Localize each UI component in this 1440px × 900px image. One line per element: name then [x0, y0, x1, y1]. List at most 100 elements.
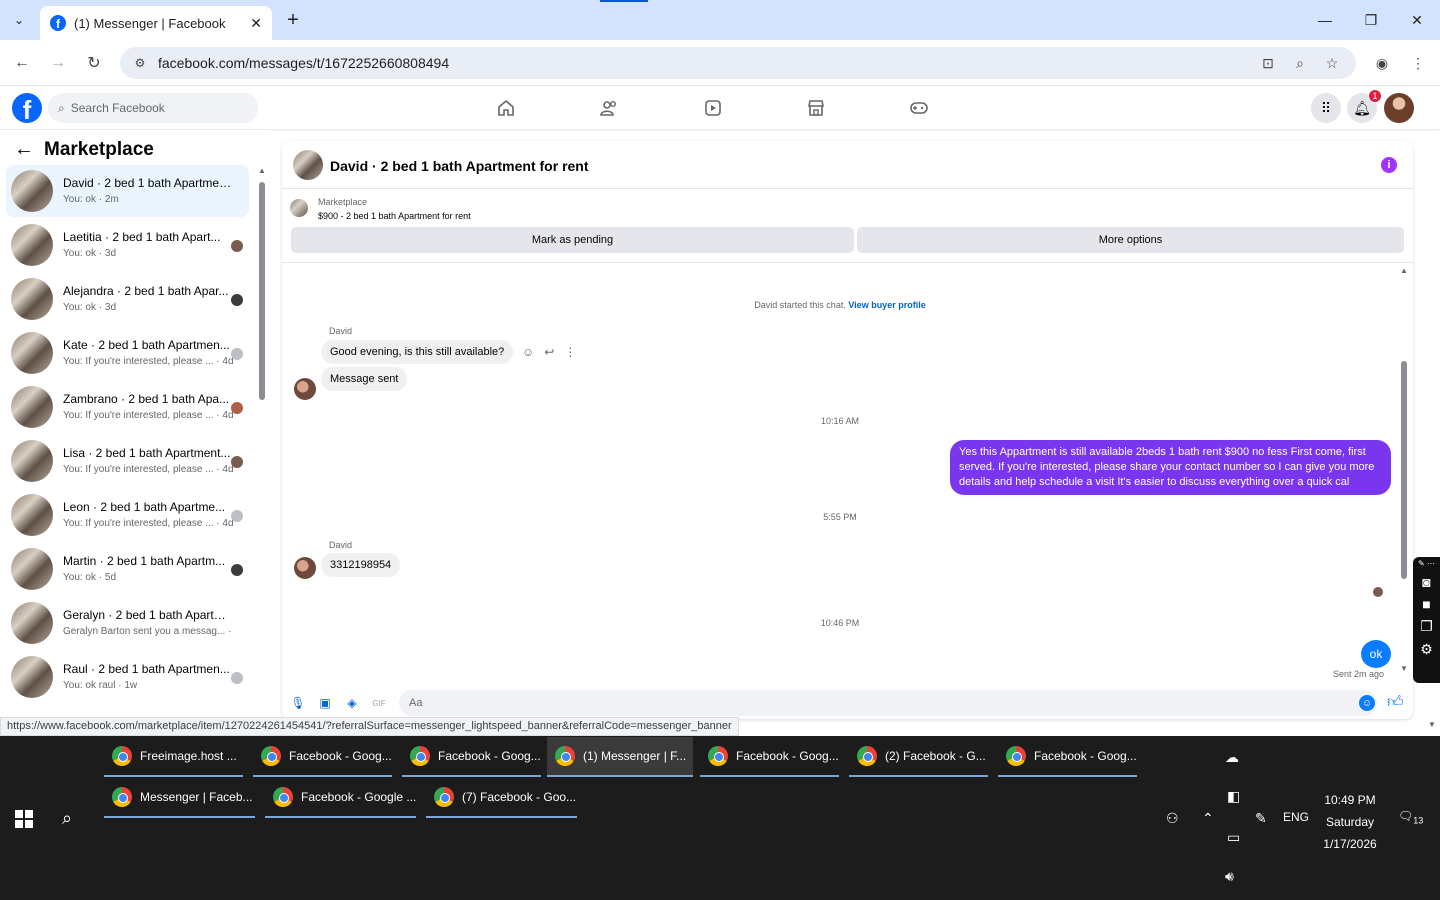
bookmark-star-icon[interactable]: ☆ — [1320, 51, 1344, 75]
chat-scroll-thumb[interactable] — [1401, 361, 1407, 579]
incoming-message[interactable]: Good evening, is this still available? — [321, 340, 514, 364]
pin-icon[interactable]: ✎ ⋯ — [1418, 559, 1435, 568]
forward-button[interactable]: → — [46, 51, 70, 75]
minimize-button[interactable]: — — [1311, 8, 1339, 32]
account-avatar[interactable] — [1384, 93, 1414, 123]
zoom-icon[interactable]: ⌕ — [1288, 51, 1312, 75]
react-emoji-icon[interactable]: ☺ — [522, 345, 534, 359]
reload-button[interactable]: ↻ — [82, 51, 106, 75]
profile-icon[interactable]: ◉ — [1370, 51, 1394, 75]
chat-title[interactable]: David · 2 bed 1 bath Apartment for rent — [330, 158, 589, 174]
incoming-message[interactable]: 3312198954 — [321, 553, 401, 577]
browser-tab-active[interactable]: f (1) Messenger | Facebook ✕ — [40, 6, 272, 40]
restore-button[interactable]: ❐ — [1357, 8, 1385, 32]
tab-close-icon[interactable]: ✕ — [250, 15, 262, 32]
microphone-icon[interactable]: 🎙︎ — [290, 695, 306, 711]
taskbar-window-item[interactable]: Facebook - Goog... — [700, 737, 839, 777]
facebook-logo-icon[interactable]: f — [12, 93, 42, 123]
sender-avatar[interactable] — [294, 557, 316, 579]
sticker-icon[interactable]: ◈ — [344, 695, 360, 711]
outgoing-message[interactable]: ok — [1361, 640, 1391, 668]
facebook-search-input[interactable]: ⌕ Search Facebook — [48, 93, 258, 123]
address-bar[interactable]: ⚙ facebook.com/messages/t/16722526608084… — [120, 47, 1356, 79]
window-icon[interactable]: ❐ — [1420, 618, 1433, 635]
taskbar-window-item[interactable]: (7) Facebook - Goo... — [426, 778, 577, 818]
chat-listing-avatar[interactable] — [293, 150, 323, 180]
video-icon[interactable] — [699, 95, 727, 121]
sidebar-scroll-thumb[interactable] — [259, 182, 265, 400]
browser-menu-icon[interactable]: ⋮ — [1406, 51, 1430, 75]
like-icon[interactable]: 👍︎ — [1387, 693, 1404, 712]
pen-icon[interactable]: ✎ — [1255, 810, 1267, 827]
reply-icon[interactable]: ↩ — [544, 345, 554, 359]
more-actions-icon[interactable]: ⋮ — [564, 345, 576, 359]
scroll-down-icon[interactable]: ▼ — [1400, 664, 1408, 673]
view-buyer-profile-link[interactable]: View buyer profile — [848, 300, 925, 310]
taskbar-window-item[interactable]: Facebook - Goog... — [402, 737, 541, 777]
menu-grid-icon[interactable]: ⠿ — [1311, 93, 1341, 123]
listing-thumbnail[interactable] — [290, 199, 308, 217]
conversation-item[interactable]: Laetitia · 2 bed 1 bath Apart... You: ok… — [6, 219, 249, 271]
conversation-item[interactable]: Leon · 2 bed 1 bath Apartme... You: If y… — [6, 489, 249, 541]
conversation-item[interactable]: Kate · 2 bed 1 bath Apartmen... You: If … — [6, 327, 249, 379]
close-window-button[interactable]: ✕ — [1403, 8, 1431, 32]
taskbar-window-item[interactable]: Facebook - Goog... — [253, 737, 392, 777]
taskbar-window-item[interactable]: Facebook - Goog... — [998, 737, 1137, 777]
camera-icon[interactable]: ◙ — [1422, 574, 1430, 590]
mark-as-pending-button[interactable]: Mark as pending — [291, 227, 854, 253]
conversation-item[interactable]: Geralyn · 2 bed 1 bath Apartme... Geraly… — [6, 597, 249, 649]
taskbar-clock[interactable]: 10:49 PM Saturday 1/17/2026 — [1318, 789, 1382, 855]
taskbar-window-item[interactable]: Freeimage.host ... — [104, 737, 243, 777]
new-tab-button[interactable]: + — [282, 8, 304, 32]
taskbar-window-item[interactable]: Facebook - Google ... — [265, 778, 416, 818]
site-info-icon[interactable]: ⚙ — [132, 55, 148, 71]
conversation-item[interactable]: Alejandra · 2 bed 1 bath Apar... You: ok… — [6, 273, 249, 325]
sender-avatar[interactable] — [294, 378, 316, 400]
language-indicator[interactable]: ENG — [1283, 810, 1309, 824]
conversation-item[interactable]: Raul · 2 bed 1 bath Apartmen... You: ok … — [6, 651, 249, 703]
info-icon[interactable]: i — [1381, 157, 1397, 173]
listing-banner: Marketplace $900 - 2 bed 1 bath Apartmen… — [282, 189, 1413, 263]
marketplace-icon[interactable] — [802, 95, 830, 121]
gif-icon[interactable]: GIF — [371, 695, 387, 711]
tab-search-dropdown[interactable]: ⌄ — [6, 8, 32, 32]
conversation-item[interactable]: Martin · 2 bed 1 bath Apartm... You: ok … — [6, 543, 249, 595]
video-record-icon[interactable]: ■ — [1422, 596, 1430, 612]
taskbar-window-item[interactable]: (2) Facebook - G... — [849, 737, 988, 777]
meet-now-icon[interactable]: ◧ — [1227, 788, 1240, 805]
message-input[interactable]: Aa — [399, 690, 1377, 716]
page-scroll-down-icon[interactable]: ▼ — [1428, 720, 1436, 729]
clock-time: 10:49 PM — [1324, 793, 1376, 807]
friends-icon[interactable] — [595, 95, 623, 121]
scroll-up-icon[interactable]: ▲ — [1400, 266, 1408, 275]
outgoing-message[interactable]: Yes this Appartment is still available 2… — [950, 440, 1391, 495]
taskbar-search-icon[interactable]: ⌕ — [62, 808, 72, 829]
onedrive-icon[interactable]: ☁ — [1225, 749, 1239, 766]
conversation-item[interactable]: Lisa · 2 bed 1 bath Apartment... You: If… — [6, 435, 249, 487]
scroll-up-icon[interactable]: ▲ — [258, 166, 266, 175]
incoming-message[interactable]: Message sent — [321, 367, 408, 391]
back-arrow-icon[interactable]: ← — [14, 138, 34, 161]
emoji-icon[interactable]: ☺ — [1359, 695, 1375, 711]
network-icon[interactable]: ▭ — [1227, 829, 1240, 846]
settings-gear-icon[interactable]: ⚙ — [1420, 641, 1433, 658]
volume-icon[interactable]: 🔊︎ — [1225, 868, 1234, 885]
conversation-item[interactable]: David · 2 bed 1 bath Apartment... You: o… — [6, 165, 249, 217]
conversation-item[interactable]: Zambrano · 2 bed 1 bath Apa... You: If y… — [6, 381, 249, 433]
listing-description[interactable]: $900 - 2 bed 1 bath Apartment for rent — [318, 211, 471, 221]
home-icon[interactable] — [492, 95, 520, 121]
show-hidden-icons-chevron-up-icon[interactable]: ⌃ — [1202, 810, 1214, 827]
gaming-icon[interactable] — [905, 95, 933, 121]
people-icon[interactable]: ⚇ — [1166, 810, 1179, 827]
windows-start-icon[interactable] — [15, 810, 33, 828]
back-button[interactable]: ← — [10, 51, 34, 75]
taskbar-window-item-active[interactable]: (1) Messenger | F... — [547, 737, 693, 777]
photo-icon[interactable]: ▣ — [317, 695, 333, 711]
action-center-icon[interactable]: 🗨︎13 — [1398, 809, 1423, 825]
more-options-button[interactable]: More options — [857, 227, 1404, 253]
chat-scrollbar[interactable]: ▲ ▼ — [1400, 266, 1408, 679]
conversation-name: Zambrano · 2 bed 1 bath Apa... — [63, 392, 230, 406]
sidebar-scrollbar[interactable]: ▲ — [258, 166, 266, 716]
install-app-icon[interactable]: ⊡ — [1256, 51, 1280, 75]
taskbar-window-item[interactable]: Messenger | Faceb... — [104, 778, 255, 818]
